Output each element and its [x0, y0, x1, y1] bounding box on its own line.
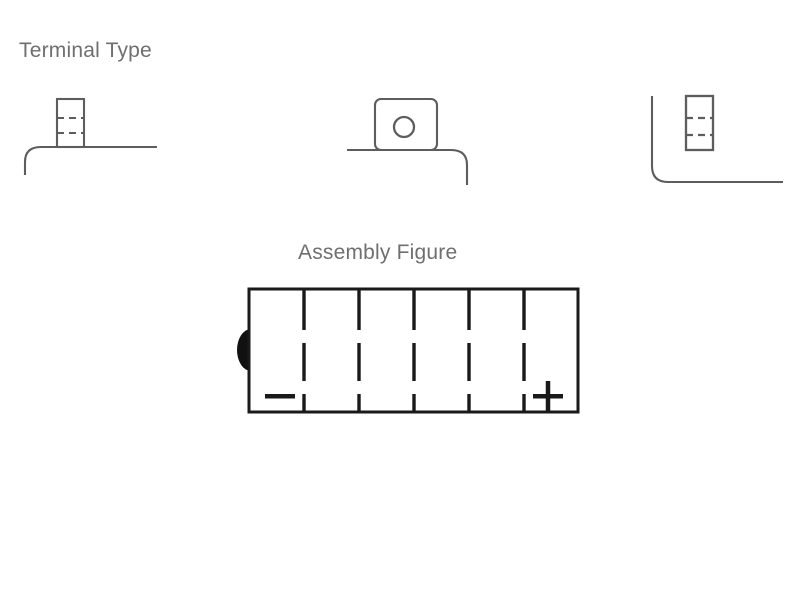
- terminal-type-1-icon: [23, 97, 157, 175]
- terminal-type-figure-row: [0, 78, 800, 198]
- terminal-2-bolt-hole: [392, 115, 416, 139]
- terminal-1-rail: [23, 145, 157, 175]
- terminal-type-2-icon: [347, 97, 469, 185]
- diagram-canvas: Terminal Type Assembly Figure: [0, 0, 800, 616]
- terminal-1-tab: [55, 97, 86, 149]
- assembly-figure-heading: Assembly Figure: [298, 241, 458, 264]
- terminal-2-rail: [347, 148, 469, 185]
- terminal-3-tab: [684, 94, 715, 152]
- terminal-2-body: [373, 97, 439, 152]
- terminal-type-3-icon: [650, 94, 783, 184]
- terminal-type-heading: Terminal Type: [19, 39, 152, 62]
- terminal-3-rail: [650, 96, 783, 184]
- battery-negative-symbol: [265, 394, 295, 399]
- assembly-figure-battery: [215, 275, 595, 425]
